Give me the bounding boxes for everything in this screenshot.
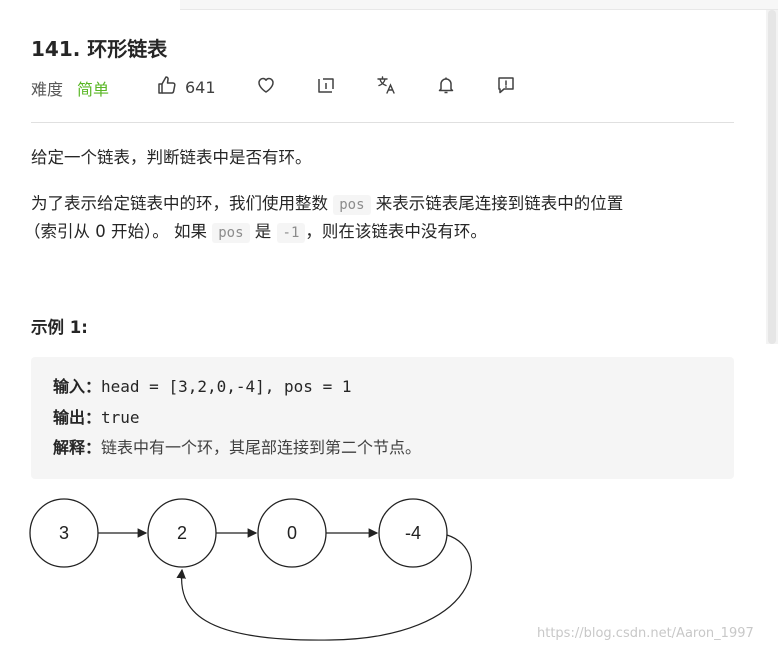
description-line-1: 给定一个链表，判断链表中是否有环。 — [31, 148, 312, 167]
share-button[interactable] — [316, 76, 336, 98]
example-block: 输入：head = [3,2,0,-4], pos = 1 输出：true 解释… — [31, 357, 734, 479]
report-button[interactable] — [496, 76, 516, 98]
notification-button[interactable] — [436, 76, 456, 98]
header-divider — [31, 122, 734, 123]
favorite-button[interactable] — [256, 76, 276, 98]
description-text: ，则在该链表中没有环。 — [305, 222, 487, 241]
problem-title: 141. 环形链表 — [31, 37, 168, 61]
translate-button[interactable] — [376, 76, 396, 98]
node-label: 2 — [177, 523, 187, 543]
scrollbar[interactable] — [766, 10, 778, 344]
example-heading: 示例 1: — [31, 318, 88, 337]
example-input: 输入：head = [3,2,0,-4], pos = 1 — [53, 375, 351, 399]
difficulty-row: 难度 简单 — [31, 76, 109, 100]
report-icon — [496, 75, 516, 99]
input-key: 输入： — [53, 377, 102, 396]
difficulty-badge: 简单 — [77, 80, 110, 99]
like-button[interactable]: 641 — [157, 76, 216, 98]
description-text: 是 — [249, 222, 277, 241]
example-explanation: 解释：链表中有一个环，其尾部连接到第二个节点。 — [53, 436, 421, 460]
thumbs-up-icon — [157, 75, 177, 99]
inline-code-neg-one: -1 — [276, 223, 306, 243]
description-text: 来表示链表尾连接到链表中的位置 — [370, 194, 624, 213]
node-label: 0 — [287, 523, 297, 543]
output-key: 输出： — [53, 408, 102, 427]
linked-list-diagram: 3 2 0 -4 — [29, 498, 472, 641]
watermark: https://blog.csdn.net/Aaron_1997 — [537, 626, 754, 641]
scrollbar-thumb[interactable] — [768, 10, 776, 344]
description-text: 为了表示给定链表中的环，我们使用整数 — [31, 194, 334, 213]
node-label: 3 — [59, 523, 69, 543]
input-value: head = [3,2,0,-4], pos = 1 — [101, 377, 352, 396]
like-count: 641 — [185, 77, 216, 97]
explain-key: 解释： — [53, 438, 102, 457]
top-toolbar-strip — [180, 0, 778, 10]
heart-icon — [256, 75, 276, 99]
description-text: （索引从 0 开始）。 如果 — [24, 222, 213, 241]
example-output: 输出：true — [53, 406, 140, 430]
output-value: true — [101, 408, 140, 427]
description-line-2: 为了表示给定链表中的环，我们使用整数 pos 来表示链表尾连接到链表中的位置 — [31, 189, 623, 220]
node-label: -4 — [405, 523, 421, 543]
inline-code-pos: pos — [212, 223, 250, 243]
share-icon — [316, 75, 336, 99]
translate-icon — [376, 75, 396, 99]
difficulty-label: 难度 — [31, 80, 64, 99]
description-line-3: （索引从 0 开始）。 如果 pos 是 -1 ，则在该链表中没有环。 — [24, 217, 487, 248]
explain-value: 链表中有一个环，其尾部连接到第二个节点。 — [101, 438, 422, 457]
inline-code-pos: pos — [333, 195, 371, 215]
bell-icon — [436, 75, 456, 99]
